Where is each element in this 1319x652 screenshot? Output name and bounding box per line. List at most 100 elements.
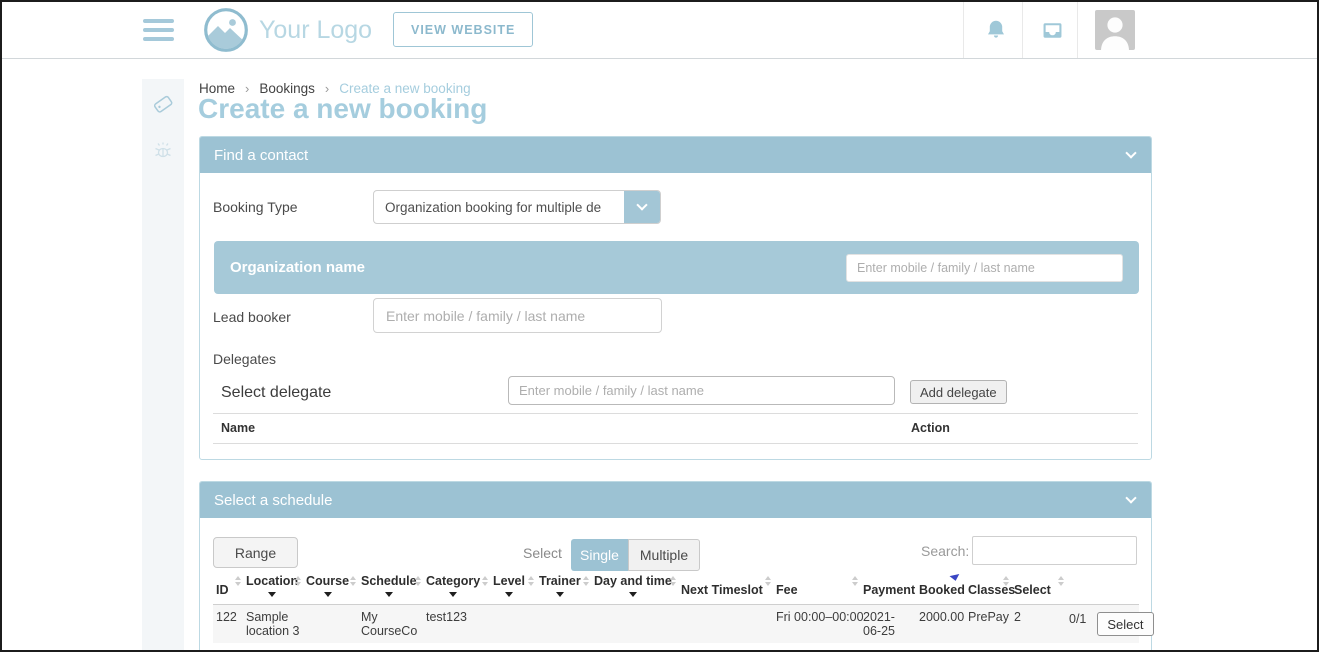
inbox-icon[interactable] xyxy=(1027,2,1077,58)
sort-arrows-icon xyxy=(415,576,421,586)
select-delegate-input[interactable] xyxy=(508,376,895,405)
organization-name-bar: Organization name xyxy=(214,241,1139,294)
booked-ratio: 0/1 xyxy=(1069,612,1086,626)
cell-fee: Fri 00:00–00:00 xyxy=(773,605,860,644)
filter-caret-icon[interactable] xyxy=(629,592,637,597)
filter-caret-icon[interactable] xyxy=(385,592,393,597)
add-delegate-button[interactable]: Add delegate xyxy=(910,380,1007,404)
select-schedule-panel: Select a schedule Range Select Single Mu… xyxy=(199,481,1152,652)
cell-trainer xyxy=(536,605,591,644)
booking-type-label: Booking Type xyxy=(213,199,298,215)
sort-arrows-icon xyxy=(528,576,534,586)
topbar-divider xyxy=(1022,2,1023,58)
column-header-location[interactable]: Location xyxy=(243,572,303,605)
delegate-table-header-action: Action xyxy=(911,421,950,435)
select-schedule-panel-header[interactable]: Select a schedule xyxy=(200,482,1151,518)
sort-arrows-icon xyxy=(1003,576,1009,586)
schedule-table: ID Location Course Schedule xyxy=(213,572,1139,643)
find-contact-panel: Find a contact Booking Type Organization… xyxy=(199,136,1152,460)
column-header-schedule[interactable]: Schedule xyxy=(358,572,423,605)
column-header-next-timeslot[interactable]: Next Timeslot xyxy=(678,572,773,605)
schedule-table-header-row: ID Location Course Schedule xyxy=(213,572,1139,605)
chevron-down-icon xyxy=(1125,492,1136,503)
cell-id: 122 xyxy=(213,605,243,644)
chevron-down-icon xyxy=(1125,147,1136,158)
filter-caret-icon[interactable] xyxy=(505,592,513,597)
row-select-button[interactable]: Select xyxy=(1097,612,1153,636)
select-schedule-panel-title: Select a schedule xyxy=(214,492,332,509)
find-contact-panel-title: Find a contact xyxy=(214,147,308,164)
search-label: Search: xyxy=(921,543,969,559)
sidebar-strip xyxy=(142,79,184,650)
lead-booker-label: Lead booker xyxy=(213,309,291,325)
logo-text: Your Logo xyxy=(259,2,372,58)
delegates-label: Delegates xyxy=(213,351,276,367)
mode-single-button[interactable]: Single xyxy=(571,539,628,571)
logo-image-icon[interactable] xyxy=(203,7,249,53)
app-window: Your Logo VIEW WEBSITE xyxy=(0,0,1319,652)
notifications-bell-icon[interactable] xyxy=(971,2,1021,58)
hamburger-menu-icon[interactable] xyxy=(143,19,174,41)
sort-arrows-icon xyxy=(765,576,771,586)
sort-arrows-icon xyxy=(295,576,301,586)
cell-action: 0/1 Select xyxy=(1066,605,1139,644)
sort-arrows-icon xyxy=(852,576,858,586)
sort-arrows-icon xyxy=(1058,576,1064,586)
find-contact-panel-header[interactable]: Find a contact xyxy=(200,137,1151,173)
column-header-course[interactable]: Course xyxy=(303,572,358,605)
bug-icon[interactable] xyxy=(142,133,184,167)
cell-schedule: My CourseCo xyxy=(358,605,423,644)
select-delegate-label: Select delegate xyxy=(221,384,331,402)
range-button[interactable]: Range xyxy=(213,537,298,568)
cell-location: Sample location 3 xyxy=(243,605,303,644)
cell-select-count: 2 xyxy=(1011,605,1066,644)
page-title: Create a new booking xyxy=(198,93,487,125)
organization-name-label: Organization name xyxy=(230,259,365,276)
cell-day-and-time xyxy=(591,605,678,644)
sort-arrows-icon xyxy=(583,576,589,586)
booking-type-selected-value: Organization booking for multiple de xyxy=(374,191,624,223)
column-header-select[interactable]: Select xyxy=(1011,572,1066,605)
filter-caret-icon[interactable] xyxy=(556,592,564,597)
filter-caret-icon[interactable] xyxy=(449,592,457,597)
sort-arrows-icon xyxy=(670,576,676,586)
column-header-day-and-time[interactable]: Day and time xyxy=(591,572,678,605)
delegate-table-header-name: Name xyxy=(221,421,255,435)
filter-caret-icon[interactable] xyxy=(268,592,276,597)
divider xyxy=(213,413,1138,414)
column-header-booked[interactable]: Booked xyxy=(916,572,965,605)
select-mode-label: Select xyxy=(523,545,562,561)
column-header-blank xyxy=(1066,572,1139,605)
avatar[interactable] xyxy=(1095,10,1135,50)
sort-arrows-icon xyxy=(350,576,356,586)
column-header-fee[interactable]: Fee xyxy=(773,572,860,605)
topbar-divider xyxy=(1077,2,1078,58)
organization-name-input[interactable] xyxy=(846,254,1123,282)
filter-caret-icon[interactable] xyxy=(324,592,332,597)
mode-multiple-button[interactable]: Multiple xyxy=(628,539,700,571)
chevron-down-icon xyxy=(624,191,660,223)
cell-level xyxy=(490,605,536,644)
column-header-payment[interactable]: Payment xyxy=(860,572,916,605)
cell-classes: PrePay xyxy=(965,605,1011,644)
cell-booked: 2000.00 xyxy=(916,605,965,644)
sort-arrows-icon xyxy=(482,576,488,586)
sort-arrows-icon xyxy=(235,576,241,586)
column-header-id[interactable]: ID xyxy=(213,572,243,605)
divider xyxy=(213,443,1138,444)
active-filter-caret-icon[interactable] xyxy=(949,574,960,582)
cell-course xyxy=(303,605,358,644)
tag-icon[interactable] xyxy=(142,87,184,121)
column-header-trainer[interactable]: Trainer xyxy=(536,572,591,605)
view-website-button[interactable]: VIEW WEBSITE xyxy=(393,12,533,47)
booking-type-select[interactable]: Organization booking for multiple de xyxy=(373,190,661,224)
cell-next-timeslot xyxy=(678,605,773,644)
cell-payment: 2021-06-25 xyxy=(860,605,916,644)
column-header-classes[interactable]: Classes xyxy=(965,572,1011,605)
search-input[interactable] xyxy=(972,536,1137,565)
column-header-level[interactable]: Level xyxy=(490,572,536,605)
lead-booker-input[interactable] xyxy=(373,298,662,333)
cell-category: test123 xyxy=(423,605,490,644)
topbar: Your Logo VIEW WEBSITE xyxy=(2,2,1317,59)
column-header-category[interactable]: Category xyxy=(423,572,490,605)
